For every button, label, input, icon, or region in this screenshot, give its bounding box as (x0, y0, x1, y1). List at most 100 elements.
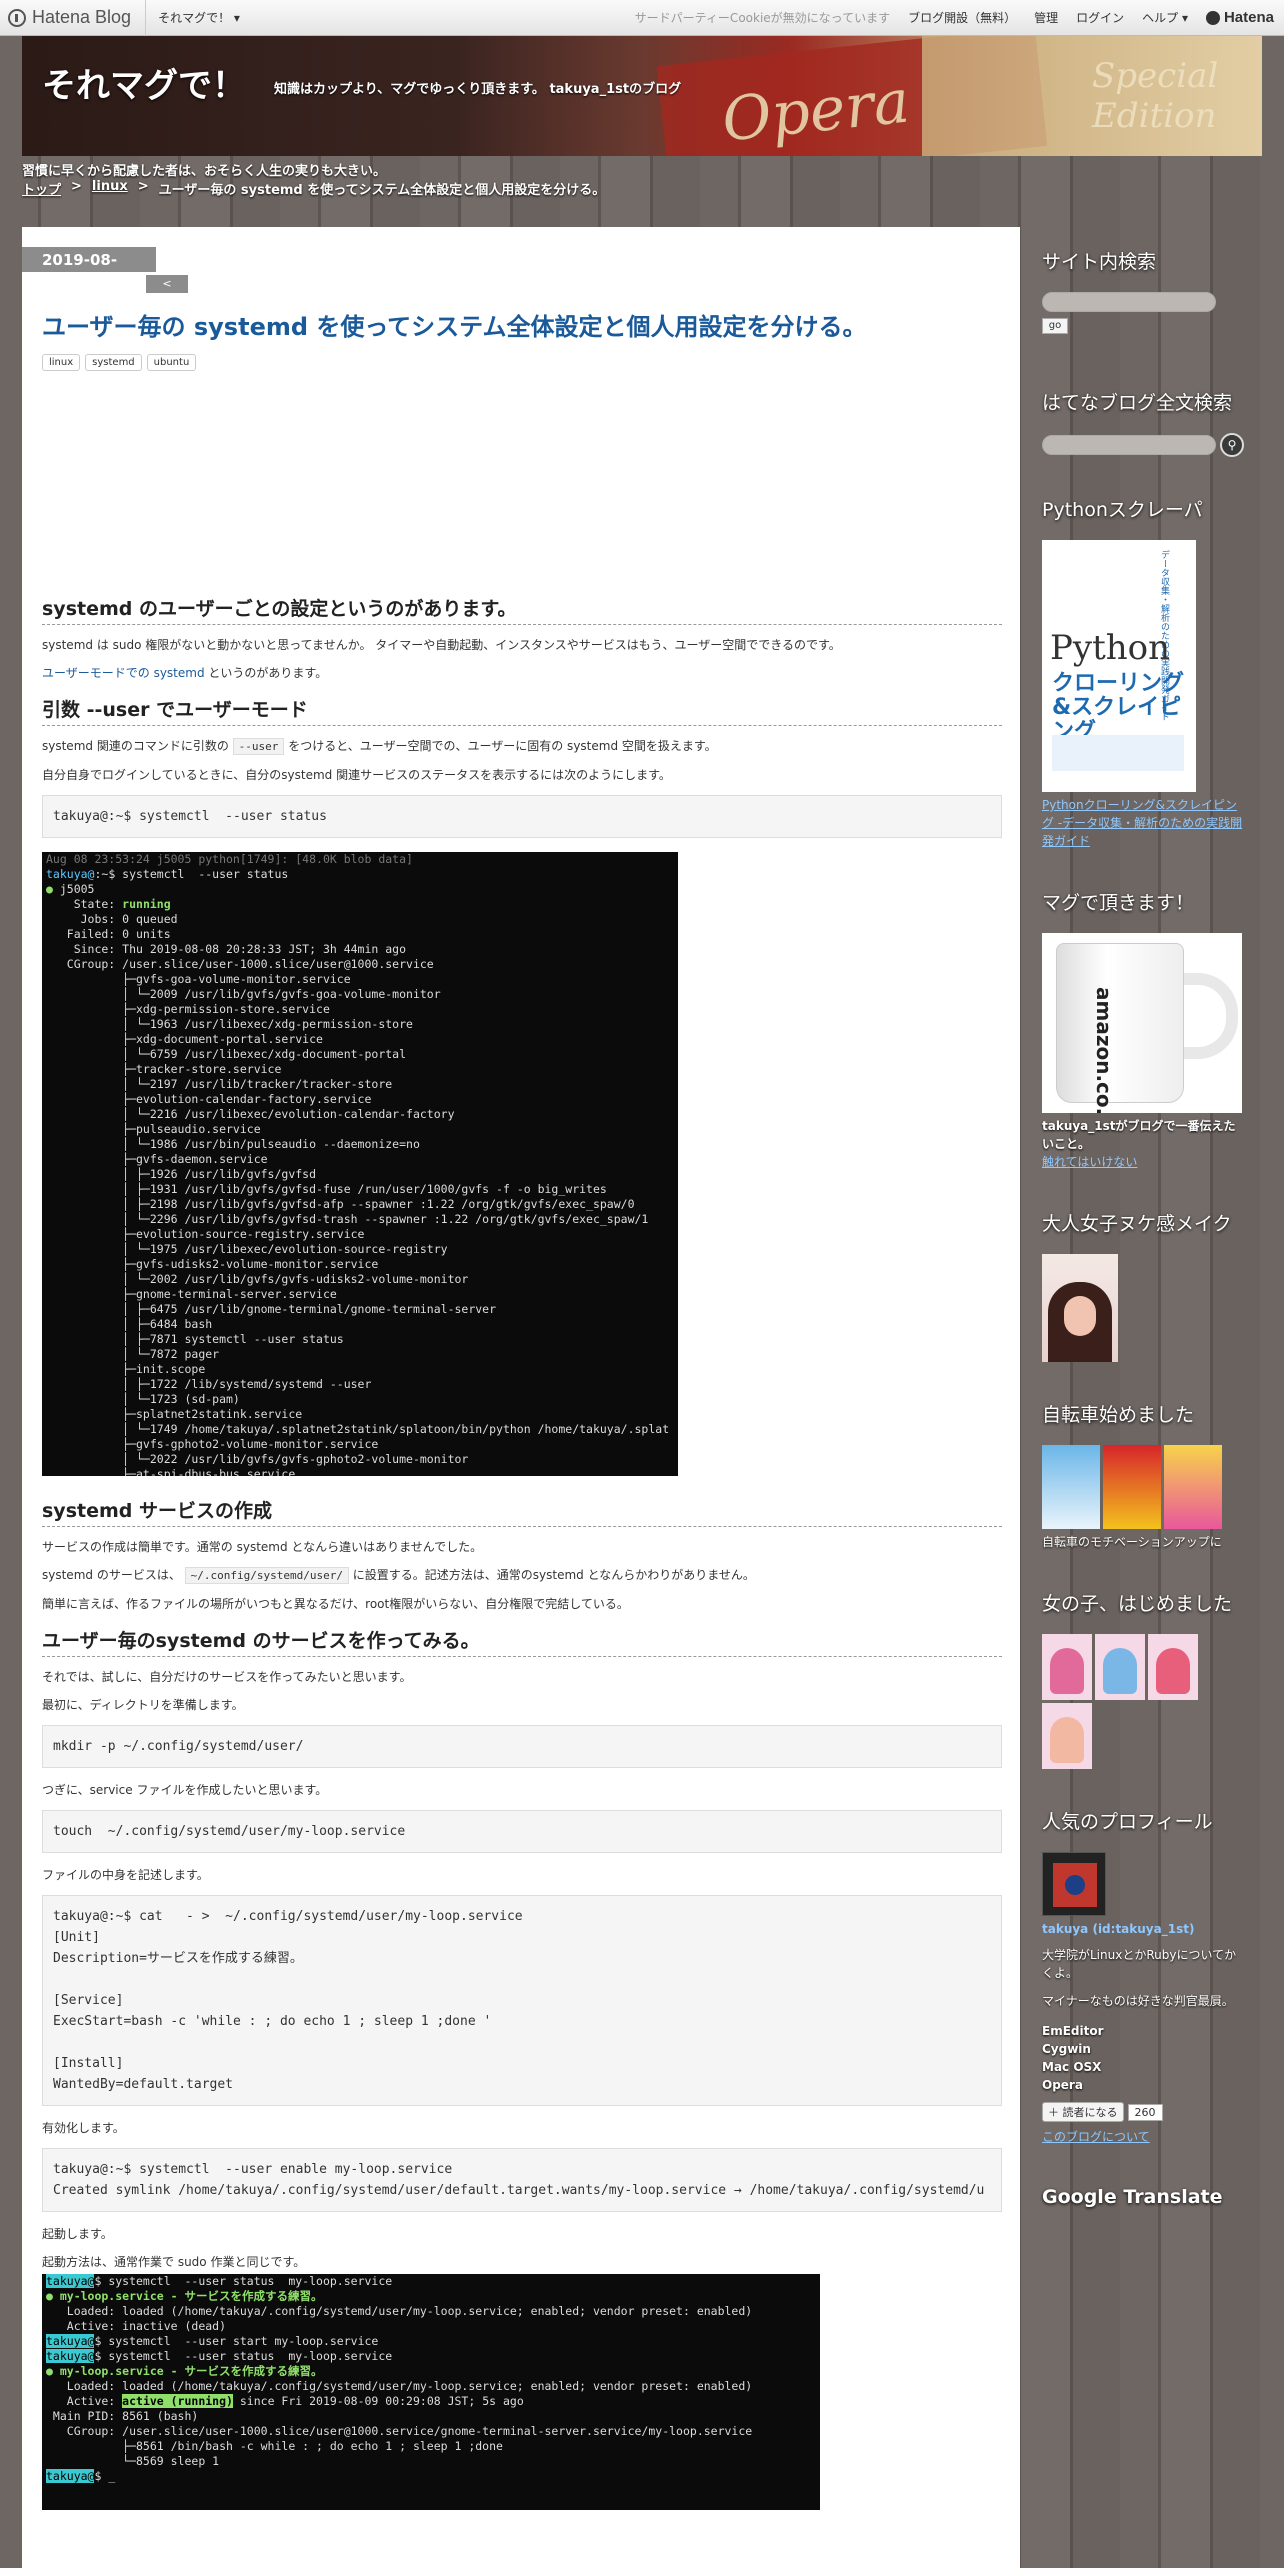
paragraph-text: systemd 関連のコマンドに引数の (42, 739, 233, 753)
module-title: 女の子、はじめました (1042, 1593, 1233, 1615)
entry-title[interactable]: ユーザー毎の systemd を使ってシステム全体設定と個人用設定を分ける。 (42, 307, 1002, 342)
header-image-text: Special Edition (1092, 56, 1219, 136)
terminal-line: ● j5005 (46, 882, 95, 896)
manga-cover[interactable] (1148, 1634, 1198, 1700)
site-search-go-button[interactable]: go (1042, 318, 1068, 334)
mug-image[interactable]: amazon.co.jp (1042, 933, 1242, 1113)
book-link[interactable]: Pythonクローリング&スクレイピング -データ収集・解析のための実践開発ガイ… (1042, 798, 1242, 848)
open-blog-link[interactable]: ブログ開設（無料） (908, 9, 1016, 26)
section-heading: systemd のユーザーごとの設定というのがあります。 (42, 594, 1002, 625)
terminal-line: └─8569 sleep 1 (46, 2454, 220, 2468)
category-tag[interactable]: linux (42, 354, 81, 371)
code-block: takuya@:~$ systemctl --user status (42, 795, 1002, 838)
book-band (1052, 735, 1184, 771)
profile-text: マイナーなものは好きな判官最屓。 (1042, 1994, 1234, 2008)
breadcrumb-sep: > (71, 179, 82, 194)
terminal-line: ├─xdg-permission-store.service (46, 1002, 330, 1016)
profile-text: 大学院がLinuxとかRubyについてかくよ。 (1042, 1948, 1237, 1980)
paragraph: ユーザーモードでの systemd というのがあります。 (42, 665, 1002, 681)
terminal-line: │ ├─6475 /usr/lib/gnome-terminal/gnome-t… (46, 1302, 497, 1316)
sidebar: サイト内検索 go はてなブログ全文検索 ⚲ Pythonスクレーパ データ収集… (1020, 227, 1262, 2568)
book-subtitle-text: クローリング&スクレイピング (1052, 671, 1185, 744)
paragraph-text: systemd のサービスは、 (42, 1568, 185, 1582)
profile-module: 人気のプロフィール takuya (id:takuya_1st) 大学院がLin… (1042, 1807, 1244, 2146)
breadcrumb-sep: > (137, 179, 149, 194)
section-heading: ユーザー毎のsystemd のサービスを作ってみる。 (42, 1626, 1002, 1657)
site-search-input[interactable] (1042, 292, 1216, 312)
blog-title[interactable]: それマグで！ (42, 58, 246, 107)
entry-date[interactable]: 2019-08-09 (22, 247, 156, 287)
module-title: マグで頂きます！ (1042, 892, 1195, 914)
about-blog-link[interactable]: このブログについて (1042, 2130, 1150, 2144)
terminal-line: Main PID: 8561 (bash) (46, 2409, 199, 2423)
manga-cover[interactable] (1164, 1445, 1222, 1529)
profile-name[interactable]: takuya (id:takuya_1st) (1042, 1922, 1244, 1936)
manga-cover[interactable] (1095, 1634, 1145, 1700)
terminal-line: │ └─2009 /usr/lib/gvfs/gvfs-goa-volume-m… (46, 987, 441, 1001)
terminal-line: Failed: 0 units (46, 927, 171, 941)
breadcrumb-top[interactable]: トップ (22, 179, 61, 198)
manga-cover[interactable] (1103, 1445, 1161, 1529)
inline-code: --user (232, 738, 285, 755)
search-icon[interactable]: ⚲ (1220, 433, 1244, 457)
breadcrumb-category[interactable]: linux (92, 179, 128, 198)
cover-figure (1064, 1296, 1096, 1336)
hatena-blog-logo[interactable]: Hatena Blog (0, 7, 131, 28)
avatar[interactable] (1042, 1852, 1106, 1916)
main-content: 2019-08-09 < ユーザー毎の systemd を使ってシステム全体設定… (22, 227, 1020, 2568)
site-search-module: サイト内検索 go (1042, 247, 1244, 334)
help-menu[interactable]: ヘルプ ▾ (1142, 9, 1188, 26)
follow-button[interactable]: ＋ 読者になる (1042, 2102, 1124, 2122)
editor-item: EmEditor (1042, 2024, 1104, 2038)
bike-covers (1042, 1445, 1244, 1529)
editor-item: Cygwin (1042, 2042, 1091, 2056)
terminal-line: ├─pulseaudio.service (46, 1122, 261, 1136)
usermode-link[interactable]: ユーザーモードでの systemd (42, 666, 205, 680)
running-status: running (122, 897, 171, 911)
blog-description: 知識はカップより、マグでゆっくり頂きます。 takuya_1stのブログ (274, 82, 682, 97)
category-tag[interactable]: ubuntu (146, 354, 197, 371)
paragraph-text: をつけると、ユーザー空間での、ユーザーに固有の systemd 空間を扱えます。 (284, 739, 717, 753)
category-tag[interactable]: systemd (85, 354, 142, 371)
follower-count: 260 (1127, 2103, 1163, 2121)
login-link[interactable]: ログイン (1076, 9, 1124, 26)
terminal-line: ├─gvfs-goa-volume-monitor.service (46, 972, 351, 986)
book-cover[interactable]: データ収集・解析のための実践開発ガイド Python クローリング&スクレイピン… (1042, 540, 1196, 792)
terminal-line: ├─evolution-calendar-factory.service (46, 1092, 372, 1106)
makeup-book-cover[interactable] (1042, 1254, 1118, 1362)
section-heading: 引数 --user でユーザーモード (42, 695, 1002, 726)
bike-module: 自転車始めました 自転車のモチベーションアップに (1042, 1400, 1244, 1551)
divider (145, 0, 147, 36)
module-title: 自転車始めました (1042, 1404, 1195, 1426)
manga-cover[interactable] (1042, 1634, 1092, 1700)
breadcrumb-current: ユーザー毎の systemd を使ってシステム全体設定と個人用設定を分ける。 (158, 183, 606, 198)
fulltext-search-input[interactable] (1042, 435, 1216, 455)
terminal-line: ├─evolution-source-registry.service (46, 1227, 365, 1241)
brand-text: Hatena (1223, 9, 1274, 26)
terminal-line: │ ├─1926 /usr/lib/gvfs/gvfsd (46, 1167, 317, 1181)
module-title: Pythonスクレーパ (1042, 499, 1203, 521)
terminal-line: ├─gnome-terminal-server.service (46, 1287, 337, 1301)
code-block: touch ~/.config/systemd/user/my-loop.ser… (42, 1810, 1002, 1853)
terminal-line: Active: (46, 2394, 123, 2408)
girls-module: 女の子、はじめました (1042, 1589, 1244, 1769)
paragraph: つぎに、service ファイルを作成したいと思います。 (42, 1783, 328, 1797)
hatena-topbar: Hatena Blog それマグで！ ▾ サードパーティーCookieが無効にな… (0, 0, 1284, 36)
terminal-line: │ ├─2198 /usr/lib/gvfs/gvfsd-afp --spawn… (46, 1197, 635, 1211)
blog-menu[interactable]: それマグで！ ▾ (158, 9, 240, 26)
mug-link[interactable]: 触れてはいけない (1042, 1155, 1137, 1169)
editor-list: EmEditor Cygwin Mac OSX Opera (1042, 2022, 1244, 2094)
terminal-line: ● my-loop.service - サービスを作成する練習。 (46, 2364, 323, 2378)
hatena-brand[interactable]: Hatena (1205, 9, 1274, 26)
admin-link[interactable]: 管理 (1034, 9, 1058, 26)
paragraph: 有効化します。 (42, 2121, 125, 2135)
terminal-line: since Fri 2019-08-09 00:29:08 JST; 5s ag… (232, 2394, 524, 2408)
active-status: active (running) (122, 2394, 233, 2408)
manga-cover[interactable] (1042, 1703, 1092, 1769)
editor-item: Mac OSX (1042, 2060, 1102, 2074)
manga-cover[interactable] (1042, 1445, 1100, 1529)
paragraph: systemd は sudo 権限がないと動かないと思ってませんか。 タイマーや… (42, 638, 841, 652)
prev-entry-button[interactable]: < (146, 275, 188, 293)
girls-covers (1042, 1634, 1202, 1769)
module-title: Google Translate (1042, 2186, 1223, 2208)
